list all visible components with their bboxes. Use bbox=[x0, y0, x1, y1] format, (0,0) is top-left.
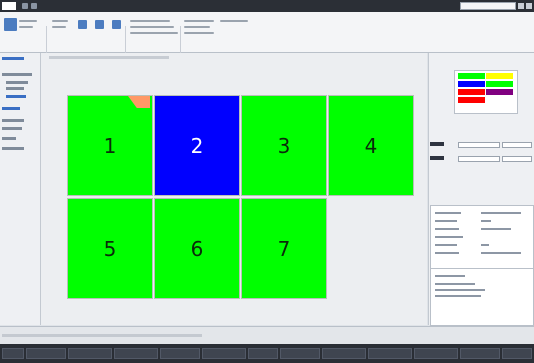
taskbar-button[interactable] bbox=[248, 348, 278, 359]
color-palette bbox=[454, 70, 518, 114]
color-swatch[interactable] bbox=[486, 89, 513, 95]
color-swatch[interactable] bbox=[458, 73, 485, 79]
layer-dropdown[interactable] bbox=[502, 142, 532, 148]
ribbon-command[interactable] bbox=[52, 26, 66, 28]
layer-color-chip[interactable] bbox=[430, 156, 444, 160]
ribbon-tool-icon[interactable] bbox=[95, 20, 104, 29]
taskbar-button[interactable] bbox=[26, 348, 66, 359]
tree-item[interactable] bbox=[2, 127, 22, 130]
status-text bbox=[2, 334, 202, 337]
grid-cell-5[interactable]: 5 bbox=[67, 198, 153, 299]
property-value[interactable] bbox=[481, 252, 521, 254]
cell-number: 1 bbox=[103, 133, 117, 158]
info-line bbox=[435, 275, 465, 277]
info-line bbox=[435, 283, 475, 285]
taskbar-button[interactable] bbox=[280, 348, 320, 359]
search-box[interactable] bbox=[460, 2, 516, 10]
ribbon-command[interactable] bbox=[184, 32, 214, 34]
color-swatch[interactable] bbox=[458, 97, 485, 103]
grid-cell-1[interactable]: 1 bbox=[67, 95, 153, 196]
layer-dropdown[interactable] bbox=[458, 156, 500, 162]
property-label bbox=[435, 220, 457, 222]
ribbon-tool-icon[interactable] bbox=[78, 20, 87, 29]
tree-item[interactable] bbox=[2, 137, 16, 140]
property-label bbox=[435, 212, 461, 214]
canvas-header bbox=[49, 56, 169, 59]
undo-icon[interactable] bbox=[31, 3, 37, 9]
property-label bbox=[435, 252, 459, 254]
paste-icon[interactable] bbox=[4, 18, 17, 31]
color-swatch[interactable] bbox=[458, 89, 485, 95]
property-value[interactable] bbox=[481, 220, 491, 222]
property-value[interactable] bbox=[481, 228, 511, 230]
taskbar bbox=[0, 344, 534, 363]
cell-number: 6 bbox=[190, 236, 204, 261]
ribbon-command[interactable] bbox=[19, 26, 33, 28]
info-line bbox=[435, 289, 485, 291]
cell-number: 4 bbox=[364, 133, 378, 158]
grid-cell-7[interactable]: 7 bbox=[241, 198, 327, 299]
property-value[interactable] bbox=[481, 212, 521, 214]
info-line bbox=[435, 295, 481, 297]
cell-number: 2 bbox=[190, 133, 204, 158]
taskbar-button[interactable] bbox=[160, 348, 200, 359]
tree-item[interactable] bbox=[6, 81, 28, 84]
color-swatch[interactable] bbox=[458, 81, 485, 87]
taskbar-button[interactable] bbox=[414, 348, 458, 359]
numbered-grid: 1 2 3 4 5 6 7 bbox=[67, 95, 416, 300]
property-value[interactable] bbox=[481, 244, 489, 246]
layer-dropdown[interactable] bbox=[502, 156, 532, 162]
ribbon-command[interactable] bbox=[52, 20, 68, 22]
navigation-panel bbox=[0, 53, 41, 325]
title-bar bbox=[0, 0, 534, 12]
minimize-icon[interactable] bbox=[518, 3, 524, 9]
tree-item[interactable] bbox=[2, 119, 24, 122]
app-logo bbox=[2, 2, 16, 10]
taskbar-button[interactable] bbox=[322, 348, 366, 359]
taskbar-button[interactable] bbox=[368, 348, 412, 359]
tree-item[interactable] bbox=[2, 73, 32, 76]
ribbon-command[interactable] bbox=[130, 26, 174, 28]
cell-number: 5 bbox=[103, 236, 117, 261]
ribbon-tool-icon[interactable] bbox=[112, 20, 121, 29]
tree-item[interactable] bbox=[6, 87, 24, 90]
save-icon[interactable] bbox=[22, 3, 28, 9]
property-label bbox=[435, 228, 459, 230]
corner-flag bbox=[128, 96, 150, 108]
ribbon-command[interactable] bbox=[19, 20, 37, 22]
status-bar bbox=[0, 326, 534, 345]
panel-header bbox=[2, 107, 20, 110]
color-swatch[interactable] bbox=[486, 73, 513, 79]
close-icon[interactable] bbox=[526, 3, 532, 9]
tree-item-selected[interactable] bbox=[6, 95, 26, 98]
ribbon-command[interactable] bbox=[130, 32, 178, 34]
property-label bbox=[435, 236, 463, 238]
tree-item[interactable] bbox=[2, 147, 24, 150]
info-box bbox=[430, 268, 534, 326]
properties-table bbox=[430, 205, 534, 269]
grid-cell-6[interactable]: 6 bbox=[154, 198, 240, 299]
cell-number: 7 bbox=[277, 236, 291, 261]
taskbar-button[interactable] bbox=[114, 348, 158, 359]
cell-number: 3 bbox=[277, 133, 291, 158]
grid-cell-2[interactable]: 2 bbox=[154, 95, 240, 196]
panel-header bbox=[2, 57, 24, 60]
layer-dropdown[interactable] bbox=[458, 142, 500, 148]
color-swatch[interactable] bbox=[486, 81, 513, 87]
grid-cell-4[interactable]: 4 bbox=[328, 95, 414, 196]
ribbon-command[interactable] bbox=[220, 20, 248, 22]
taskbar-button[interactable] bbox=[502, 348, 532, 359]
ribbon-command[interactable] bbox=[130, 20, 170, 22]
taskbar-button[interactable] bbox=[2, 348, 24, 359]
ribbon-toolbar bbox=[0, 12, 534, 61]
taskbar-button[interactable] bbox=[460, 348, 500, 359]
ribbon-command[interactable] bbox=[184, 26, 210, 28]
property-label bbox=[435, 244, 457, 246]
taskbar-button[interactable] bbox=[202, 348, 246, 359]
taskbar-button[interactable] bbox=[68, 348, 112, 359]
grid-cell-3[interactable]: 3 bbox=[241, 95, 327, 196]
layer-color-chip[interactable] bbox=[430, 142, 444, 146]
ribbon-command[interactable] bbox=[184, 20, 214, 22]
